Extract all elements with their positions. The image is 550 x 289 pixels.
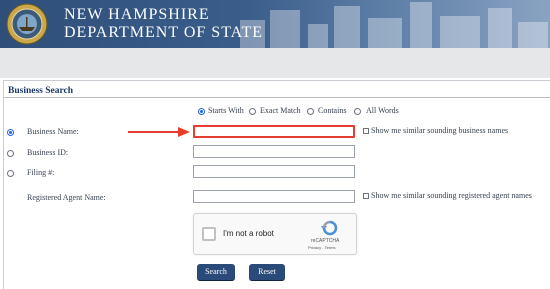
recaptcha-brand: reCAPTCHA	[311, 238, 340, 244]
search-button[interactable]: Search	[197, 264, 235, 280]
exact-match-radio[interactable]	[249, 108, 256, 115]
recaptcha-logo-icon	[321, 220, 338, 236]
business-name-label: Business Name:	[27, 127, 79, 136]
state-seal-logo[interactable]	[6, 3, 48, 45]
registered-agent-input[interactable]	[193, 190, 355, 203]
similar-business-names-label: Show me similar sounding business names	[371, 126, 509, 135]
site-title: NEW HAMPSHIRE DEPARTMENT OF STATE	[64, 6, 263, 42]
filing-number-label: Filing #:	[27, 168, 55, 177]
recaptcha-widget: I'm not a robot reCAPTCHA Privacy - Term…	[193, 213, 357, 255]
reset-button[interactable]: Reset	[249, 264, 285, 280]
business-name-input[interactable]	[193, 125, 355, 138]
panel-title: Business Search	[8, 86, 74, 96]
similar-business-names-checkbox[interactable]	[363, 128, 369, 134]
filing-number-radio[interactable]	[7, 170, 14, 177]
site-title-line2: DEPARTMENT OF STATE	[64, 24, 264, 41]
exact-match-label: Exact Match	[260, 106, 301, 115]
recaptcha-label: I'm not a robot	[223, 229, 274, 238]
city-skyline-image	[240, 2, 548, 48]
contains-radio[interactable]	[307, 108, 314, 115]
similar-agent-names-label: Show me similar sounding registered agen…	[371, 191, 532, 200]
all-words-label: All Words	[366, 106, 399, 115]
starts-with-label: Starts With	[208, 106, 244, 115]
all-words-radio[interactable]	[354, 108, 361, 115]
business-id-input[interactable]	[193, 145, 355, 158]
recaptcha-privacy-terms-link[interactable]: Privacy - Terms	[308, 245, 335, 250]
registered-agent-label: Registered Agent Name:	[27, 193, 106, 202]
business-name-radio[interactable]	[7, 129, 14, 136]
panel-divider	[4, 97, 550, 98]
recaptcha-checkbox[interactable]	[202, 227, 216, 241]
red-arrow-annotation	[128, 127, 190, 137]
nav-bar	[0, 48, 550, 78]
site-header-banner: NEW HAMPSHIRE DEPARTMENT OF STATE	[0, 0, 550, 48]
business-id-label: Business ID:	[27, 148, 69, 157]
site-title-line1: NEW HAMPSHIRE	[64, 6, 210, 23]
similar-agent-names-checkbox[interactable]	[363, 193, 369, 199]
business-id-radio[interactable]	[7, 150, 14, 157]
contains-label: Contains	[318, 106, 347, 115]
filing-number-input[interactable]	[193, 165, 355, 178]
starts-with-radio[interactable]	[198, 108, 205, 115]
